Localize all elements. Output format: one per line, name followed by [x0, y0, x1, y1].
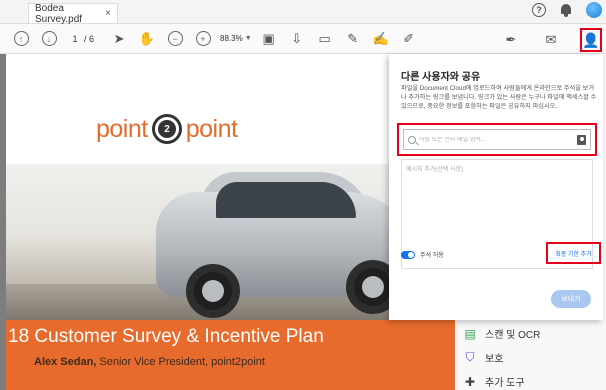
car-window — [216, 182, 356, 218]
logo-text-right: point — [185, 114, 238, 143]
notification-bell-icon[interactable] — [560, 3, 572, 17]
close-tab-icon[interactable]: × — [105, 8, 111, 19]
presentation-title: 18 Customer Survey & Incentive Plan — [8, 326, 324, 347]
allow-comments-row: 주석 허용 — [401, 250, 444, 259]
scroll-mode-icon[interactable]: ⇩ — [286, 28, 308, 50]
tool-protect[interactable]: ⛉ 보호 — [463, 350, 503, 365]
tool-more[interactable]: ✚ 추가 도구 — [463, 374, 525, 390]
highlight-pen-icon[interactable]: ✎ — [342, 28, 364, 50]
allow-comments-label: 주석 허용 — [420, 253, 444, 259]
logo-text-left: point — [96, 114, 148, 143]
presenter-role: Senior Vice President, point2point — [96, 356, 265, 368]
add-deadline-link[interactable]: 최종 기한 추가 — [555, 249, 591, 258]
email-field-container — [403, 129, 591, 150]
fill-sign-icon[interactable]: ✐ — [398, 28, 420, 50]
draw-icon[interactable]: ✍ — [370, 28, 392, 50]
address-book-icon[interactable] — [577, 135, 586, 145]
presenter-line: Alex Sedan, Senior Vice President, point… — [34, 356, 265, 368]
select-tool-icon[interactable]: ➤ — [108, 28, 130, 50]
more-tools-icon: ✚ — [464, 374, 476, 389]
tool-scan-ocr[interactable]: ▤ 스캔 및 OCR — [463, 326, 541, 342]
page-number-input[interactable] — [66, 30, 84, 47]
logo-number: 2 — [164, 123, 170, 135]
point2point-logo: point 2 point — [96, 114, 238, 144]
scan-icon: ▤ — [464, 326, 476, 341]
tab-bar: Bodea Survey.pdf × ? — [0, 0, 606, 25]
document-tab-title: Bodea Survey.pdf — [35, 2, 83, 25]
sign-icon[interactable]: ✒ — [500, 29, 522, 51]
help-icon[interactable]: ? — [532, 3, 546, 17]
tool-label: 추가 도구 — [485, 378, 525, 389]
car-wheel — [186, 264, 240, 318]
email-icon[interactable]: ✉ — [540, 29, 562, 51]
shield-icon: ⛉ — [465, 350, 475, 364]
zoom-dropdown[interactable]: 88.3% ▼ — [220, 28, 252, 50]
car-photo — [6, 164, 455, 320]
share-panel: 다른 사용자와 공유 파일을 Document Cloud에 업로드하여 사람들… — [389, 54, 603, 320]
presenter-name: Alex Sedan, — [34, 356, 97, 368]
next-page-icon[interactable]: ↓ — [41, 31, 57, 46]
send-button[interactable]: 보내기 — [551, 290, 591, 308]
previous-page-icon[interactable]: ↑ — [13, 31, 29, 46]
tool-label: 스캔 및 OCR — [485, 330, 541, 341]
deadline-highlight: 최종 기한 추가 — [546, 242, 601, 264]
page-total: / 6 — [84, 33, 95, 44]
main-toolbar: ↑ ↓ / 6 ➤ ✋ − + 88.3% ▼ ▣ ⇩ ▭ ✎ ✍ ✐ ✒ ✉ … — [0, 24, 606, 54]
user-avatar[interactable] — [586, 2, 602, 18]
steering-wheel-icon: 2 — [151, 114, 182, 144]
fit-page-icon[interactable]: ▣ — [258, 28, 280, 50]
comment-icon[interactable]: ▭ — [314, 28, 336, 50]
share-panel-title: 다른 사용자와 공유 — [401, 72, 481, 83]
chevron-down-icon: ▼ — [244, 35, 252, 42]
add-user-icon: 👤 — [582, 31, 600, 48]
recipient-email-input[interactable] — [419, 136, 569, 143]
hand-tool-icon[interactable]: ✋ — [136, 28, 158, 50]
share-button[interactable]: 👤 — [580, 28, 602, 52]
tool-label: 보호 — [485, 354, 504, 365]
allow-comments-toggle[interactable] — [401, 250, 415, 259]
share-panel-description: 파일을 Document Cloud에 업로드하여 사람들에게 온라인으로 주석… — [401, 85, 597, 110]
zoom-out-icon[interactable]: − — [167, 31, 183, 46]
zoom-in-icon[interactable]: + — [195, 31, 211, 46]
document-viewport[interactable]: point 2 point 18 Customer Survey & Incen… — [0, 54, 455, 390]
email-field-highlight — [397, 123, 597, 156]
search-icon — [408, 135, 416, 144]
zoom-level: 88.3% — [220, 34, 243, 43]
document-tab[interactable]: Bodea Survey.pdf × — [28, 2, 118, 25]
pdf-page: point 2 point 18 Customer Survey & Incen… — [6, 54, 455, 390]
